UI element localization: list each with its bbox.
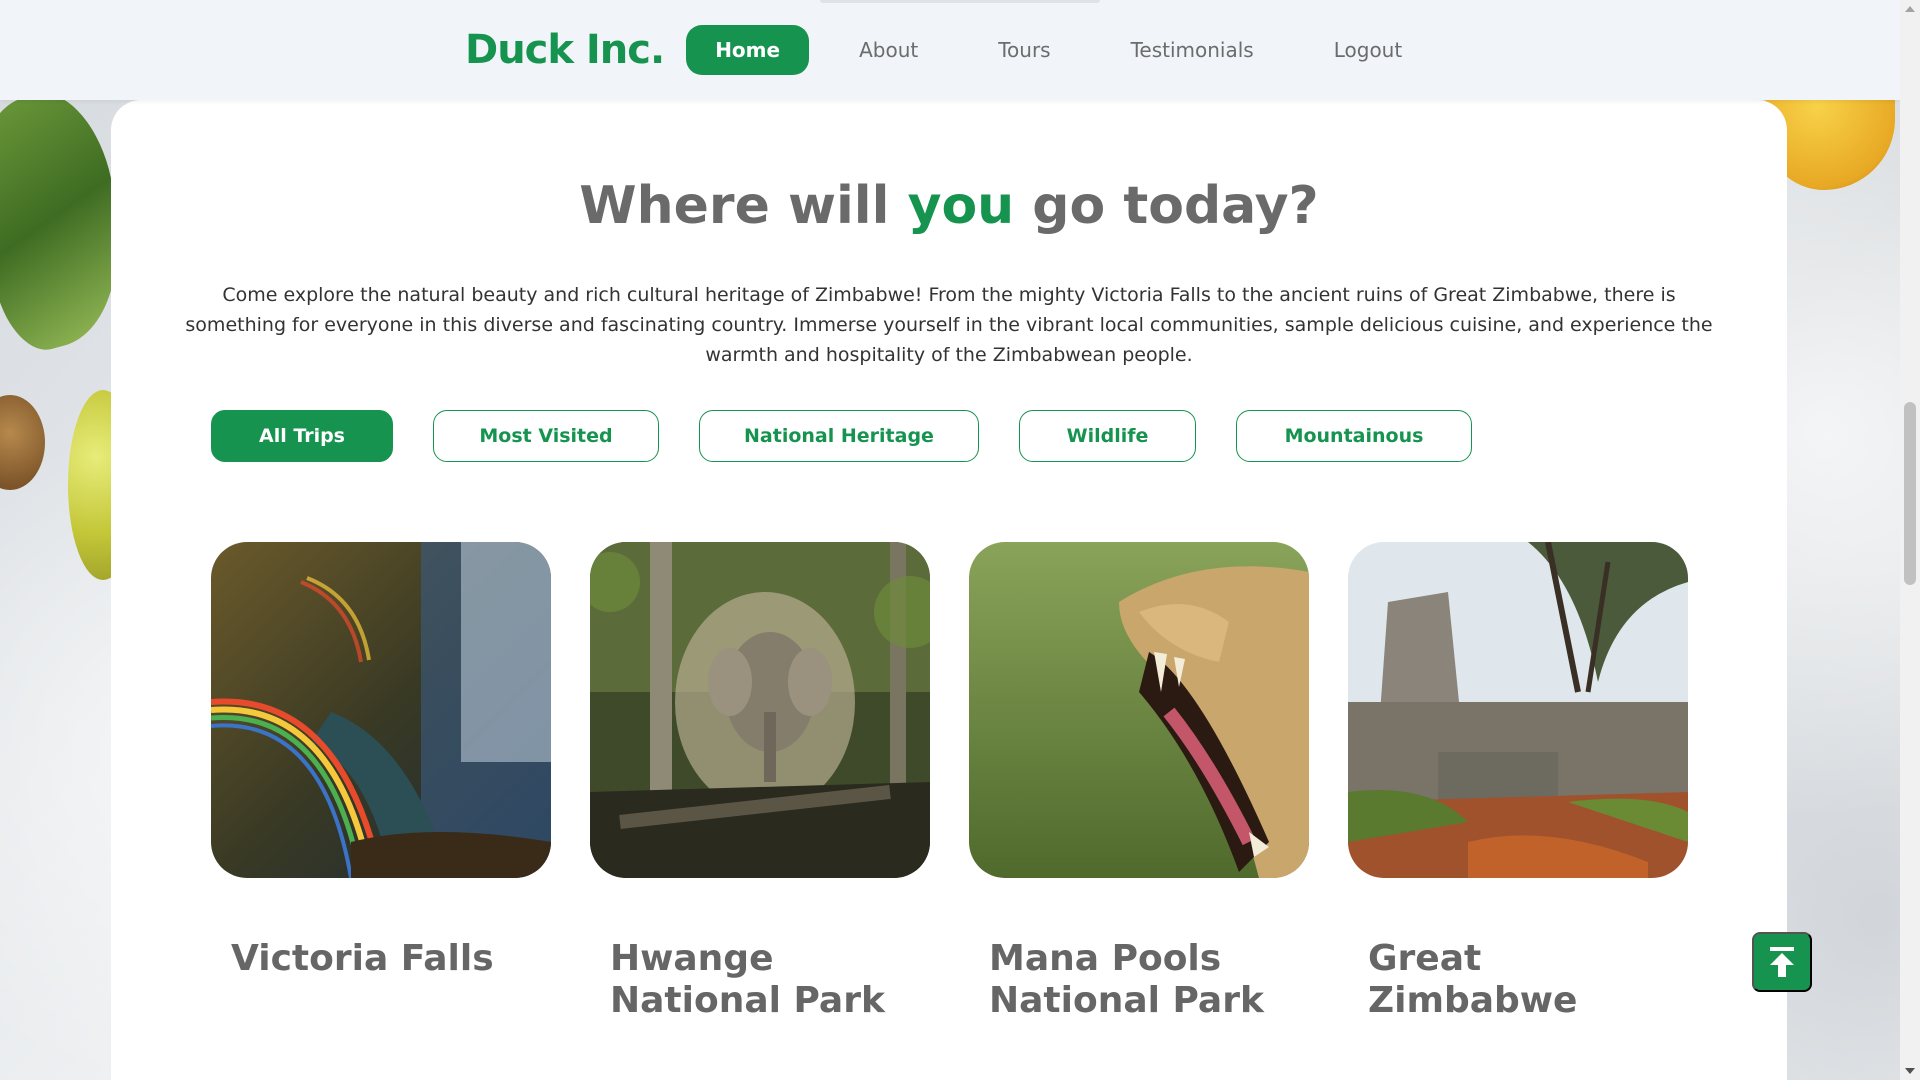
- tour-card-great-zimbabwe[interactable]: Great Zimbabwe: [1348, 542, 1688, 1022]
- tour-list: Victoria Falls Hwange National Park Mana…: [211, 542, 1727, 1022]
- scrollbar-thumb[interactable]: [1904, 402, 1916, 585]
- scroll-up-arrow-icon[interactable]: [1905, 6, 1915, 12]
- back-to-top-button[interactable]: [1752, 932, 1812, 992]
- mana-pools-image[interactable]: [969, 542, 1309, 878]
- tour-name[interactable]: Hwange National Park: [590, 938, 910, 1022]
- nav-about-link[interactable]: About: [829, 25, 948, 75]
- nav-home-link[interactable]: Home: [686, 25, 810, 75]
- scroll-down-arrow-icon[interactable]: [1905, 1068, 1915, 1074]
- filter-most-visited-button[interactable]: Most Visited: [433, 410, 659, 462]
- tour-card-victoria-falls[interactable]: Victoria Falls: [211, 542, 551, 1022]
- page-title: Where will you go today?: [111, 176, 1787, 236]
- victoria-falls-image[interactable]: [211, 542, 551, 878]
- filter-wildlife-button[interactable]: Wildlife: [1019, 410, 1196, 462]
- arrow-up-to-line-icon: [1770, 947, 1794, 977]
- filter-national-heritage-button[interactable]: National Heritage: [699, 410, 979, 462]
- brand-logo[interactable]: Duck Inc.: [465, 27, 665, 73]
- top-navbar: Duck Inc. Home About Tours Testimonials …: [0, 0, 1900, 100]
- nav-testimonials-link[interactable]: Testimonials: [1101, 25, 1284, 75]
- tour-name[interactable]: Victoria Falls: [211, 938, 531, 980]
- tour-name[interactable]: Great Zimbabwe: [1348, 938, 1668, 1022]
- nav-tours-link[interactable]: Tours: [968, 25, 1080, 75]
- nav-logout-link[interactable]: Logout: [1304, 25, 1432, 75]
- tour-card-hwange[interactable]: Hwange National Park: [590, 542, 930, 1022]
- tour-card-mana-pools[interactable]: Mana Pools National Park: [969, 542, 1309, 1022]
- navbar-notch: [820, 0, 1100, 3]
- tour-name[interactable]: Mana Pools National Park: [969, 938, 1289, 1022]
- title-text-before: Where will: [579, 176, 908, 236]
- great-zimbabwe-image[interactable]: [1348, 542, 1688, 878]
- main-nav: Duck Inc. Home About Tours Testimonials …: [465, 25, 1452, 75]
- title-text-after: go today?: [1014, 176, 1319, 236]
- main-content-card: Where will you go today? Come explore th…: [111, 100, 1787, 1080]
- filter-mountainous-button[interactable]: Mountainous: [1236, 410, 1472, 462]
- trip-filters: All Trips Most Visited National Heritage…: [211, 410, 1512, 462]
- title-accent: you: [907, 176, 1015, 236]
- intro-paragraph: Come explore the natural beauty and rich…: [185, 284, 1713, 366]
- page-scrollbar[interactable]: [1900, 0, 1920, 1080]
- filter-all-trips-button[interactable]: All Trips: [211, 410, 393, 462]
- hwange-image[interactable]: [590, 542, 930, 878]
